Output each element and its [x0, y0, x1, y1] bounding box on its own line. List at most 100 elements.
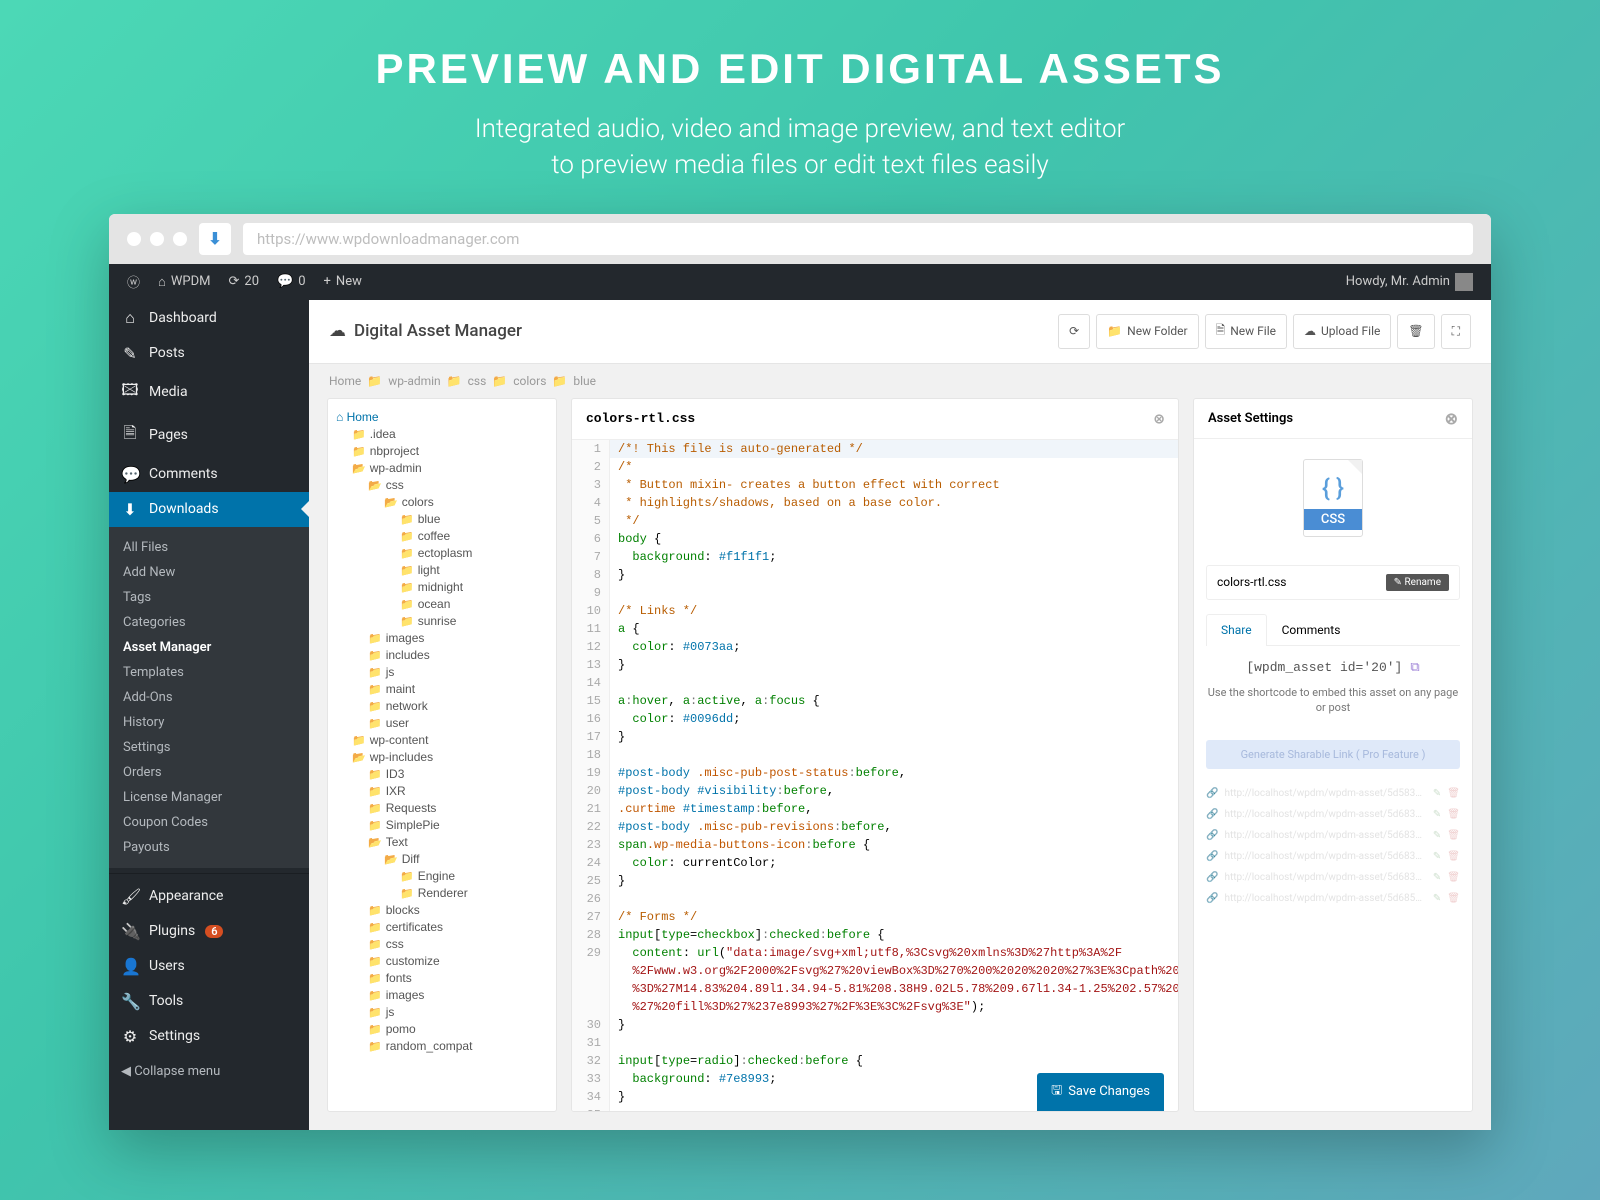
edit-link-icon[interactable]: ✎ — [1433, 872, 1441, 883]
site-name[interactable]: ⌂ WPDM — [152, 274, 216, 290]
edit-link-icon[interactable]: ✎ — [1433, 788, 1441, 799]
expand-button[interactable]: ⛶ — [1441, 314, 1471, 349]
tree-node[interactable]: 📁 wp-content — [336, 732, 548, 749]
tree-node[interactable]: 📁 sunrise — [336, 613, 548, 630]
sidebar-sub-asset-manager[interactable]: Asset Manager — [109, 635, 309, 660]
sidebar-sub-templates[interactable]: Templates — [109, 660, 309, 685]
sidebar-item-plugins[interactable]: 🔌Plugins 6 — [109, 914, 309, 949]
tree-node[interactable]: 📁 ocean — [336, 596, 548, 613]
copy-icon[interactable]: ⧉ — [1410, 660, 1419, 675]
delete-link-icon[interactable]: 🗑 — [1447, 830, 1460, 841]
edit-link-icon[interactable]: ✎ — [1433, 851, 1441, 862]
sidebar-sub-add-new[interactable]: Add New — [109, 560, 309, 585]
sidebar-item-users[interactable]: 👤Users — [109, 949, 309, 984]
tree-node[interactable]: 📁 images — [336, 630, 548, 647]
tab-share[interactable]: Share — [1206, 614, 1267, 646]
url-bar[interactable]: https://www.wpdownloadmanager.com — [243, 223, 1473, 255]
editor-close-icon[interactable]: ⊗ — [1154, 409, 1164, 429]
tree-node[interactable]: 📁 images — [336, 987, 548, 1004]
tree-node[interactable]: 📁 light — [336, 562, 548, 579]
updates-count[interactable]: ⟳ 20 — [223, 274, 266, 289]
tree-node[interactable]: 📂 Text — [336, 834, 548, 851]
min-dot[interactable] — [150, 232, 164, 246]
tree-node[interactable]: 📁 ID3 — [336, 766, 548, 783]
breadcrumb-item[interactable]: blue — [573, 374, 596, 388]
close-dot[interactable] — [127, 232, 141, 246]
tree-node[interactable]: 📁 certificates — [336, 919, 548, 936]
sidebar-sub-tags[interactable]: Tags — [109, 585, 309, 610]
tree-node[interactable]: 📂 Diff — [336, 851, 548, 868]
tree-node[interactable]: 📁 IXR — [336, 783, 548, 800]
tree-node[interactable]: 📂 wp-admin — [336, 460, 548, 477]
sidebar-item-comments[interactable]: 💬Comments — [109, 457, 309, 492]
sidebar-sub-orders[interactable]: Orders — [109, 760, 309, 785]
generate-link-button[interactable]: Generate Sharable Link ( Pro Feature ) — [1206, 740, 1460, 769]
rename-button[interactable]: ✎ Rename — [1386, 574, 1449, 591]
breadcrumb-item[interactable]: css — [468, 374, 487, 388]
tree-node[interactable]: 📁 ectoplasm — [336, 545, 548, 562]
edit-link-icon[interactable]: ✎ — [1433, 809, 1441, 820]
delete-link-icon[interactable]: 🗑 — [1447, 872, 1460, 883]
sidebar-item-dashboard[interactable]: ⌂Dashboard — [109, 300, 309, 336]
tree-node[interactable]: 📁 js — [336, 664, 548, 681]
sidebar-sub-add-ons[interactable]: Add-Ons — [109, 685, 309, 710]
sidebar-sub-payouts[interactable]: Payouts — [109, 835, 309, 860]
sidebar-sub-history[interactable]: History — [109, 710, 309, 735]
tree-node[interactable]: 📁 SimplePie — [336, 817, 548, 834]
breadcrumb-item[interactable]: wp-admin — [388, 374, 440, 388]
breadcrumb-item[interactable]: colors — [513, 374, 546, 388]
tree-node[interactable]: 📁 blue — [336, 511, 548, 528]
tree-node[interactable]: 📁 coffee — [336, 528, 548, 545]
tree-node[interactable]: 📁 maint — [336, 681, 548, 698]
new-folder-button[interactable]: 📁 New Folder — [1096, 314, 1198, 349]
sidebar-item-pages[interactable]: 🗎Pages — [109, 414, 309, 457]
tree-node[interactable]: 📁 fonts — [336, 970, 548, 987]
tree-node[interactable]: 📁 network — [336, 698, 548, 715]
tree-node[interactable]: 📁 .idea — [336, 426, 548, 443]
edit-link-icon[interactable]: ✎ — [1433, 893, 1441, 904]
breadcrumb-item[interactable]: Home — [329, 374, 361, 388]
sidebar-item-posts[interactable]: ✎Posts — [109, 336, 309, 371]
sidebar-sub-all-files[interactable]: All Files — [109, 535, 309, 560]
tree-node[interactable]: 📁 pomo — [336, 1021, 548, 1038]
tree-node[interactable]: 📁 random_compat — [336, 1038, 548, 1055]
sidebar-sub-settings[interactable]: Settings — [109, 735, 309, 760]
edit-link-icon[interactable]: ✎ — [1433, 830, 1441, 841]
tab-comments[interactable]: Comments — [1267, 614, 1356, 645]
tree-node[interactable]: 📂 css — [336, 477, 548, 494]
sidebar-sub-coupon-codes[interactable]: Coupon Codes — [109, 810, 309, 835]
asset-close-icon[interactable]: ⊗ — [1445, 409, 1458, 428]
code-area[interactable]: 1/*! This file is auto-generated */2/*3 … — [572, 440, 1178, 1111]
sidebar-item-tools[interactable]: 🔧Tools — [109, 984, 309, 1019]
tree-node[interactable]: 📁 includes — [336, 647, 548, 664]
comments-count[interactable]: 💬 0 — [271, 274, 312, 289]
folder-tree[interactable]: ⌂ Home📁 .idea📁 nbproject📂 wp-admin📂 css 📂… — [327, 398, 557, 1112]
upload-file-button[interactable]: ☁ Upload File — [1293, 314, 1391, 349]
tree-node[interactable]: 📁 customize — [336, 953, 548, 970]
delete-link-icon[interactable]: 🗑 — [1447, 788, 1460, 799]
save-changes-button[interactable]: 🖫 Save Changes — [1037, 1073, 1164, 1111]
sidebar-item-downloads[interactable]: ⬇Downloads — [109, 492, 309, 527]
tree-node[interactable]: 📁 css — [336, 936, 548, 953]
tree-home[interactable]: ⌂ Home — [336, 409, 548, 426]
new-file-button[interactable]: 🗎 New File — [1205, 314, 1287, 349]
sidebar-item-settings[interactable]: ⚙Settings — [109, 1019, 309, 1054]
tree-node[interactable]: 📁 js — [336, 1004, 548, 1021]
tree-node[interactable]: 📁 nbproject — [336, 443, 548, 460]
tree-node[interactable]: 📁 midnight — [336, 579, 548, 596]
sidebar-item-appearance[interactable]: 🖌Appearance — [109, 879, 309, 914]
tree-node[interactable]: 📂 wp-includes — [336, 749, 548, 766]
user-greeting[interactable]: Howdy, Mr. Admin — [1340, 273, 1479, 291]
delete-link-icon[interactable]: 🗑 — [1447, 809, 1460, 820]
tree-node[interactable]: 📁 user — [336, 715, 548, 732]
collapse-menu[interactable]: ◀ Collapse menu — [109, 1054, 309, 1089]
sidebar-sub-license-manager[interactable]: License Manager — [109, 785, 309, 810]
refresh-button[interactable]: ⟳ — [1058, 314, 1090, 349]
delete-link-icon[interactable]: 🗑 — [1447, 893, 1460, 904]
tree-node[interactable]: 📁 Requests — [336, 800, 548, 817]
tree-node[interactable]: 📁 blocks — [336, 902, 548, 919]
new-content[interactable]: + New — [318, 274, 368, 289]
tree-node[interactable]: 📁 Renderer — [336, 885, 548, 902]
delete-link-icon[interactable]: 🗑 — [1447, 851, 1460, 862]
trash-button[interactable]: 🗑 — [1397, 314, 1434, 349]
